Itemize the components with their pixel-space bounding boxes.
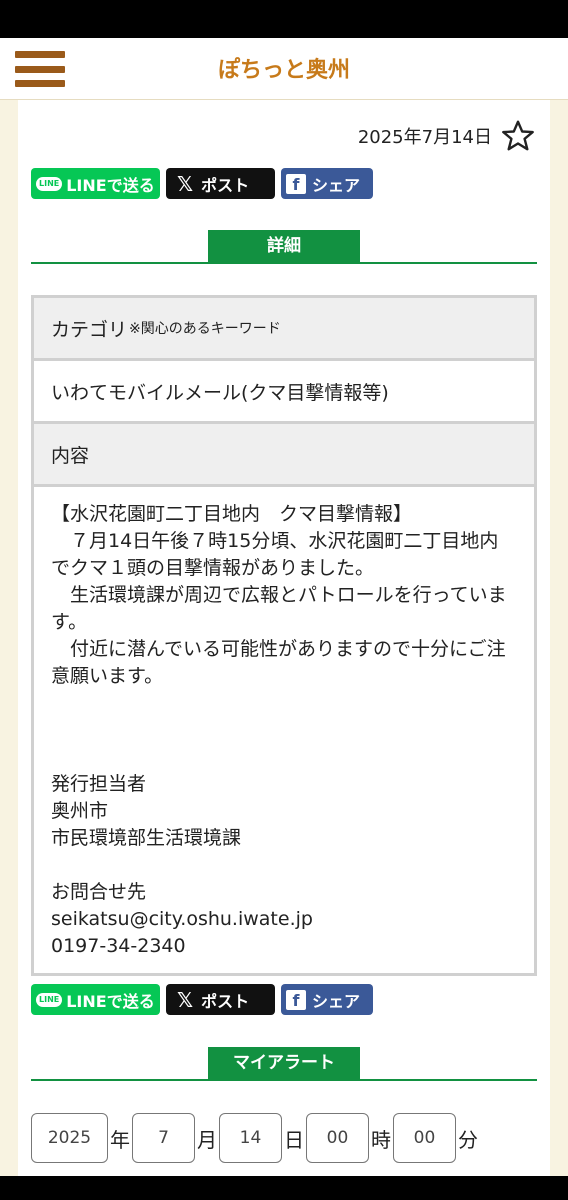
category-header: カテゴリ ※関心のあるキーワード <box>34 298 534 361</box>
content-panel: 2025年7月14日 LINE LINEで送る 𝕏 ポスト f シェア 詳細 カ… <box>18 100 550 1176</box>
detail-table: カテゴリ ※関心のあるキーワード いわてモバイルメール(クマ目撃情報等) 内容 … <box>31 295 537 976</box>
app-title: ぽちっと奥州 <box>217 58 350 83</box>
category-value: いわてモバイルメール(クマ目撃情報等) <box>34 361 534 424</box>
month-input[interactable]: 7 <box>132 1113 195 1163</box>
line-share-label: LINEで送る <box>66 175 155 195</box>
facebook-share-button[interactable]: f シェア <box>281 984 373 1015</box>
year-unit: 年 <box>110 1127 130 1152</box>
facebook-icon: f <box>286 173 306 194</box>
share-row-bottom: LINE LINEで送る 𝕏 ポスト f シェア <box>31 984 373 1015</box>
app-header: ぽちっと奥州 <box>0 38 568 100</box>
x-icon: 𝕏 <box>177 987 194 1012</box>
hour-unit: 時 <box>371 1127 391 1152</box>
year-input[interactable]: 2025 <box>31 1113 108 1163</box>
my-alert-section-label: マイアラート <box>208 1047 360 1080</box>
star-icon[interactable] <box>500 118 536 154</box>
post-date: 2025年7月14日 <box>357 127 492 148</box>
x-post-button[interactable]: 𝕏 ポスト <box>166 168 275 199</box>
my-alert-section-header: マイアラート <box>31 1047 537 1081</box>
date-row: 2025年7月14日 <box>358 118 536 154</box>
line-icon: LINE <box>36 176 63 191</box>
content-header: 内容 <box>34 424 534 487</box>
x-post-button[interactable]: 𝕏 ポスト <box>166 984 275 1015</box>
minute-unit: 分 <box>458 1127 478 1152</box>
x-post-label: ポスト <box>201 175 250 195</box>
content-body: 【水沢花園町二丁目地内 クマ目撃情報】 ７月14日午後７時15分頃、水沢花園町二… <box>51 503 507 957</box>
minute-input[interactable]: 00 <box>393 1113 456 1163</box>
share-row-top: LINE LINEで送る 𝕏 ポスト f シェア <box>31 168 373 199</box>
facebook-share-button[interactable]: f シェア <box>281 168 373 199</box>
x-icon: 𝕏 <box>177 171 194 196</box>
line-share-label: LINEで送る <box>66 991 155 1011</box>
facebook-share-label: シェア <box>312 175 361 195</box>
line-icon: LINE <box>36 992 63 1007</box>
facebook-icon: f <box>286 989 306 1010</box>
keyword-note: ※関心のあるキーワード <box>129 321 281 337</box>
hour-input[interactable]: 00 <box>306 1113 369 1163</box>
month-unit: 月 <box>197 1127 217 1152</box>
line-share-button[interactable]: LINE LINEで送る <box>31 168 160 199</box>
details-section-label: 詳細 <box>208 230 360 263</box>
facebook-share-label: シェア <box>312 991 361 1011</box>
day-unit: 日 <box>284 1127 304 1152</box>
x-post-label: ポスト <box>201 991 250 1011</box>
category-label: カテゴリ <box>51 318 128 341</box>
day-input[interactable]: 14 <box>219 1113 282 1163</box>
line-share-button[interactable]: LINE LINEで送る <box>31 984 160 1015</box>
status-bar <box>0 0 568 38</box>
details-section-header: 詳細 <box>31 230 537 264</box>
alert-datetime-row: 2025 年 7 月 14 日 00 時 00 分 <box>31 1113 480 1163</box>
navigation-bar <box>0 1176 568 1200</box>
